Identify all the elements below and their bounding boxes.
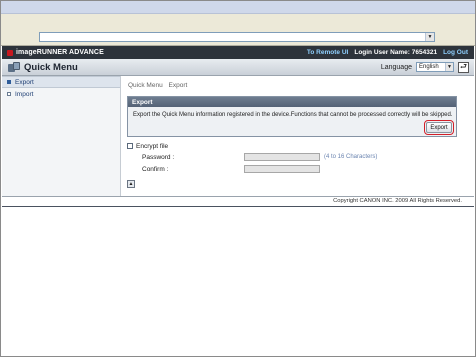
confirm-row: Confirm :	[127, 163, 457, 175]
chevron-down-icon[interactable]: ▼	[425, 33, 434, 41]
sidebar-item-import[interactable]: Import	[2, 88, 120, 100]
page-titlebar: Quick Menu Language English ▼ ⮐	[2, 59, 474, 76]
language-label: Language	[380, 63, 412, 71]
password-label: Password :	[142, 153, 175, 161]
password-row: Password : (4 to 16 Characters)	[127, 151, 457, 163]
page-top-arrow-icon[interactable]: ▲	[127, 180, 135, 188]
encrypt-row: Encrypt file	[127, 141, 457, 151]
page-title: Quick Menu	[24, 61, 78, 73]
main-content: Quick Menu Export Export Export the Quic…	[122, 76, 474, 196]
password-hint: (4 to 16 Characters)	[324, 154, 378, 160]
panel-heading: Export	[128, 97, 456, 107]
sidebar-item-export[interactable]: Export	[2, 76, 120, 88]
breadcrumb: Quick Menu Export	[128, 82, 187, 89]
language-select[interactable]: English ▼	[416, 62, 454, 72]
header-right: To Remote UI Login User Name: 7654321 Lo…	[307, 49, 474, 56]
breadcrumb-item: Export	[168, 82, 188, 89]
encrypt-checkbox[interactable]	[127, 143, 133, 149]
bullet-icon	[7, 92, 11, 96]
export-button[interactable]: Export	[424, 120, 454, 135]
confirm-field[interactable]	[244, 165, 320, 173]
sidebar-item-label: Export	[15, 78, 34, 86]
address-bar[interactable]: ▼	[39, 32, 435, 42]
brand-name: imageRUNNER ADVANCE	[16, 49, 104, 56]
language-value: English	[419, 64, 439, 70]
browser-title-bar	[1, 1, 475, 14]
language-selector: Language English ▼ ⮐	[380, 61, 474, 73]
chevron-down-icon: ▼	[445, 63, 453, 71]
browser-toolbar: ▼	[1, 14, 475, 46]
login-user-name: Login User Name: 7654321	[354, 49, 438, 56]
confirm-label: Confirm :	[142, 165, 169, 173]
sidebar: Export Import	[2, 76, 121, 196]
encrypt-form: Encrypt file Password : (4 to 16 Charact…	[127, 141, 457, 175]
export-panel: Export Export the Quick Menu information…	[127, 96, 457, 137]
panel-description: Export the Quick Menu information regist…	[133, 112, 453, 118]
encrypt-label: Encrypt file	[136, 142, 169, 150]
copyright-text: Copyright CANON INC. 2009 All Rights Res…	[333, 198, 462, 204]
bullet-icon	[7, 80, 11, 84]
sidebar-item-label: Import	[15, 90, 34, 98]
app-header: imageRUNNER ADVANCE To Remote UI Login U…	[2, 46, 474, 59]
password-field[interactable]	[244, 153, 320, 161]
footer-divider	[2, 196, 474, 197]
to-remote-ui-link[interactable]: To Remote UI	[307, 49, 348, 56]
logout-link[interactable]: Log Out	[443, 49, 468, 56]
breadcrumb-item[interactable]: Quick Menu	[128, 82, 163, 89]
bottom-divider	[2, 206, 474, 207]
quick-menu-icon	[8, 61, 20, 73]
canon-logo-icon	[7, 49, 13, 56]
back-arrow-icon[interactable]: ⮐	[458, 61, 469, 73]
